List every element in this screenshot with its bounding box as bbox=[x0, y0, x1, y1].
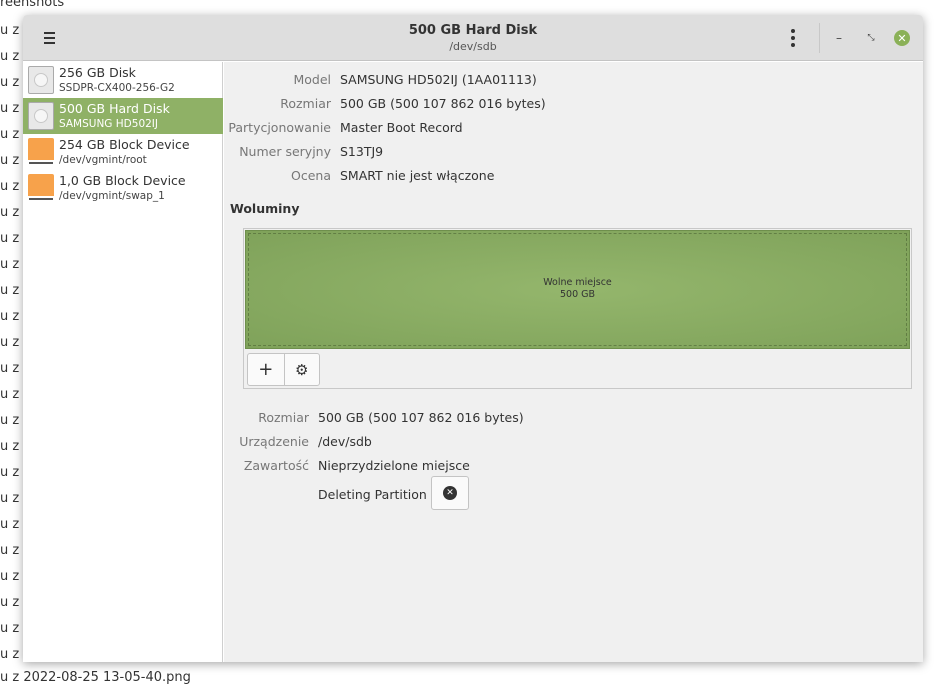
add-partition-button[interactable]: + bbox=[248, 354, 284, 385]
volumes-panel: Wolne miejsce 500 GB + ⚙ bbox=[243, 228, 912, 389]
device-label: Urządzenie bbox=[239, 434, 309, 449]
volume-toolbar: + ⚙ bbox=[247, 353, 320, 386]
volumes-title: Woluminy bbox=[230, 201, 300, 216]
minimize-button[interactable]: – bbox=[830, 29, 848, 47]
sidebar-item-500gb-hard-disk[interactable]: 500 GB Hard Disk SAMSUNG HD502IJ bbox=[23, 98, 223, 134]
background-file-row[interactable]: u z 2 bbox=[0, 590, 24, 616]
volume-size: 500 GB bbox=[559, 289, 596, 300]
job-status-text: Deleting Partition bbox=[318, 487, 427, 502]
background-file-row[interactable]: u z 2 bbox=[0, 122, 24, 148]
volume-size-label: Rozmiar bbox=[258, 410, 309, 425]
disks-window: 500 GB Hard Disk /dev/sdb – ⤡ ✕ 256 GB D… bbox=[23, 15, 923, 662]
volume-size-value: 500 GB (500 107 862 016 bytes) bbox=[318, 410, 524, 425]
volume-label: Wolne miejsce bbox=[543, 277, 612, 288]
disk-name: 256 GB Disk bbox=[59, 65, 136, 80]
background-file-row[interactable]: u z 2 bbox=[0, 96, 24, 122]
sidebar-item-254gb-block-device[interactable]: 254 GB Block Device /dev/vgmint/root bbox=[23, 134, 223, 170]
background-file-row[interactable]: u z 2 bbox=[0, 356, 24, 382]
sidebar-item-256gb-disk[interactable]: 256 GB Disk SSDPR-CX400-256-G2 bbox=[23, 62, 223, 98]
contents-label: Zawartość bbox=[243, 458, 309, 473]
hard-disk-icon bbox=[28, 102, 54, 130]
disk-name: 1,0 GB Block Device bbox=[59, 173, 186, 188]
disk-name: 500 GB Hard Disk bbox=[59, 101, 170, 116]
background-file-row[interactable]: u z 2 bbox=[0, 70, 24, 96]
background-file-row[interactable]: u z 2 bbox=[0, 382, 24, 408]
background-file-row[interactable]: u z 2 bbox=[0, 616, 24, 642]
background-file-row[interactable]: u z 2 bbox=[0, 200, 24, 226]
model-label: Model bbox=[293, 72, 331, 87]
block-device-icon bbox=[28, 138, 54, 166]
background-file-row[interactable]: u z 2 bbox=[0, 174, 24, 200]
background-file-row[interactable]: u z 2 bbox=[0, 18, 24, 44]
model-value: SAMSUNG HD502IJ (1AA01113) bbox=[340, 72, 537, 87]
size-label: Rozmiar bbox=[280, 96, 331, 111]
background-file-row[interactable]: u z 2 bbox=[0, 252, 24, 278]
background-file-row[interactable]: u z 2 bbox=[0, 486, 24, 512]
background-file-row[interactable]: u z 2 bbox=[0, 44, 24, 70]
background-file-row[interactable]: u z 2 bbox=[0, 642, 24, 668]
maximize-button[interactable]: ⤡ bbox=[862, 29, 880, 47]
cancel-icon: ✕ bbox=[443, 486, 457, 500]
background-file-row[interactable]: u z 2 bbox=[0, 434, 24, 460]
close-button[interactable]: ✕ bbox=[894, 30, 910, 46]
disk-model: SSDPR-CX400-256-G2 bbox=[59, 82, 175, 94]
background-folder-title: reenshots bbox=[0, 0, 65, 10]
background-file-row[interactable]: u z 2 bbox=[0, 460, 24, 486]
size-value: 500 GB (500 107 862 016 bytes) bbox=[340, 96, 546, 111]
vertical-dots-icon[interactable] bbox=[783, 27, 803, 49]
background-file-name[interactable]: u z 2022-08-25 13-05-40.png bbox=[0, 670, 191, 685]
sidebar-item-1gb-block-device[interactable]: 1,0 GB Block Device /dev/vgmint/swap_1 bbox=[23, 170, 223, 206]
background-file-row[interactable]: u z 2 bbox=[0, 330, 24, 356]
cancel-job-button[interactable]: ✕ bbox=[431, 476, 469, 510]
disk-sidebar: 256 GB Disk SSDPR-CX400-256-G2 500 GB Ha… bbox=[23, 62, 223, 662]
background-file-row[interactable]: u z 2 bbox=[0, 538, 24, 564]
background-file-row[interactable]: u z 2 bbox=[0, 226, 24, 252]
gears-icon[interactable]: ⚙ bbox=[283, 354, 320, 385]
disk-model: /dev/vgmint/swap_1 bbox=[59, 190, 165, 202]
assessment-label: Ocena bbox=[291, 168, 331, 183]
disk-details: Model SAMSUNG HD502IJ (1AA01113) Rozmiar… bbox=[224, 62, 923, 662]
background-file-row[interactable]: u z 2 bbox=[0, 512, 24, 538]
partitioning-value: Master Boot Record bbox=[340, 120, 463, 135]
header-bar: 500 GB Hard Disk /dev/sdb – ⤡ ✕ bbox=[23, 15, 923, 61]
background-file-list: u z 2u z 2u z 2u z 2u z 2u z 2u z 2u z 2… bbox=[0, 18, 24, 668]
serial-label: Numer seryjny bbox=[239, 144, 331, 159]
background-file-row[interactable]: u z 2 bbox=[0, 408, 24, 434]
disk-model: SAMSUNG HD502IJ bbox=[59, 118, 158, 130]
partitioning-label: Partycjonowanie bbox=[228, 120, 331, 135]
serial-value: S13TJ9 bbox=[340, 144, 384, 159]
assessment-value: SMART nie jest włączone bbox=[340, 168, 495, 183]
header-separator bbox=[819, 23, 820, 53]
hard-disk-icon bbox=[28, 66, 54, 94]
disk-model: /dev/vgmint/root bbox=[59, 154, 147, 166]
background-file-row[interactable]: u z 2 bbox=[0, 148, 24, 174]
background-file-row[interactable]: u z 2 bbox=[0, 564, 24, 590]
device-value: /dev/sdb bbox=[318, 434, 372, 449]
free-space-volume[interactable]: Wolne miejsce 500 GB bbox=[245, 230, 910, 349]
background-file-row[interactable]: u z 2 bbox=[0, 304, 24, 330]
disk-name: 254 GB Block Device bbox=[59, 137, 190, 152]
block-device-icon bbox=[28, 174, 54, 202]
contents-value: Nieprzydzielone miejsce bbox=[318, 458, 470, 473]
background-file-row[interactable]: u z 2 bbox=[0, 278, 24, 304]
